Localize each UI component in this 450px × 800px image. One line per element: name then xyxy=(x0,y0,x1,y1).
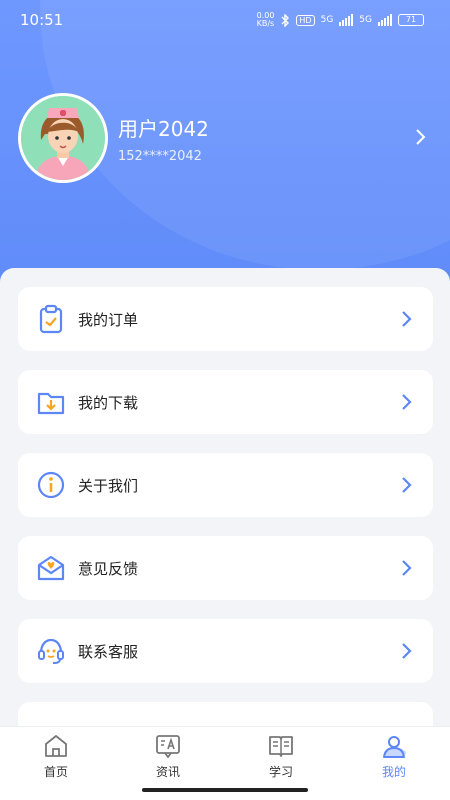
tab-label: 学习 xyxy=(268,765,293,779)
menu-item-about[interactable]: 关于我们 xyxy=(18,453,433,517)
battery-icon: 71 xyxy=(398,14,424,26)
chevron-right-icon xyxy=(402,477,412,493)
status-bar: 10:51 0.00 KB/s HD 5G 5G 71 xyxy=(0,0,450,40)
chevron-right-icon xyxy=(402,560,412,576)
chevron-right-icon xyxy=(402,311,412,327)
folder-download-icon xyxy=(37,392,65,415)
avatar[interactable] xyxy=(18,93,108,183)
home-icon xyxy=(45,735,67,757)
info-icon xyxy=(37,471,65,499)
menu-item-label: 意见反馈 xyxy=(78,559,139,578)
menu-item-label: 我的订单 xyxy=(78,310,139,329)
profile-header: 10:51 0.00 KB/s HD 5G 5G 71 用户2042 152**… xyxy=(0,0,450,300)
profile-card[interactable]: 用户2042 152****2042 xyxy=(18,93,438,183)
headset-icon xyxy=(38,638,64,664)
net-type-2: 5G xyxy=(359,15,372,25)
tab-label: 首页 xyxy=(43,765,68,779)
envelope-heart-icon xyxy=(37,555,65,581)
news-icon xyxy=(156,735,180,759)
tab-label: 我的 xyxy=(381,765,406,779)
tab-mine[interactable]: 我的 xyxy=(354,733,434,783)
net-type-1: 5G xyxy=(320,15,334,25)
nurse-avatar-icon xyxy=(21,96,105,180)
signal-icon-2 xyxy=(378,14,392,26)
menu-item-label: 我的下载 xyxy=(78,393,139,412)
hd-badge: HD xyxy=(296,14,315,26)
book-icon xyxy=(269,736,293,757)
status-icons: 0.00 KB/s HD 5G 5G 71 xyxy=(257,12,424,28)
clipboard-check-icon xyxy=(39,304,63,334)
username: 用户2042 xyxy=(118,117,209,141)
tab-label: 资讯 xyxy=(155,765,180,779)
signal-icon xyxy=(339,14,354,26)
bluetooth-icon xyxy=(281,13,290,27)
chevron-right-icon[interactable] xyxy=(410,127,430,147)
menu-item-orders[interactable]: 我的订单 xyxy=(18,287,433,351)
net-speed: 0.00 KB/s xyxy=(256,11,275,28)
menu-item-label: 关于我们 xyxy=(78,476,139,495)
phone-number: 152****2042 xyxy=(118,149,202,164)
menu-item-downloads[interactable]: 我的下载 xyxy=(18,370,433,434)
menu-panel: 我的订单 我的下载 关于我们 意见反馈 联系客服 xyxy=(0,268,450,800)
menu-item-customer-service[interactable]: 联系客服 xyxy=(18,619,433,683)
menu-item-feedback[interactable]: 意见反馈 xyxy=(18,536,433,600)
home-indicator[interactable] xyxy=(142,788,308,792)
tab-study[interactable]: 学习 xyxy=(241,733,321,783)
menu-item-label: 联系客服 xyxy=(78,642,139,661)
user-icon xyxy=(383,736,406,758)
tab-news[interactable]: 资讯 xyxy=(128,733,208,783)
chevron-right-icon xyxy=(402,643,412,659)
tab-home[interactable]: 首页 xyxy=(16,733,96,783)
chevron-right-icon xyxy=(402,394,412,410)
status-time: 10:51 xyxy=(20,11,64,29)
